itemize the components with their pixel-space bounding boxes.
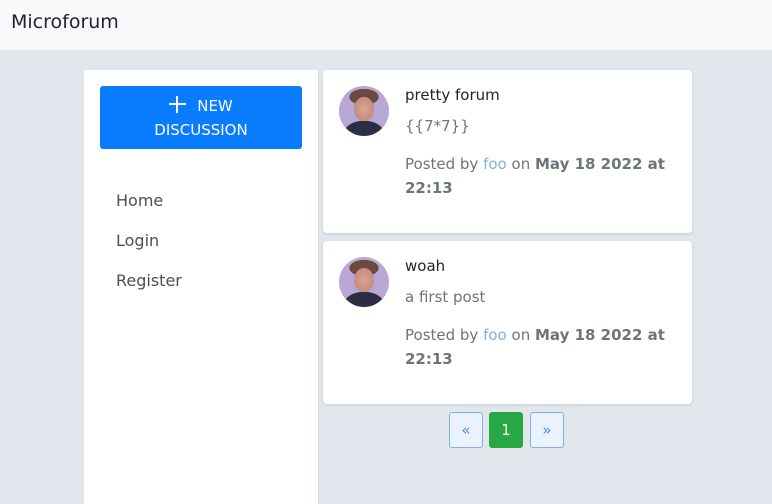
author-link[interactable]: foo	[483, 155, 507, 173]
discussion-meta: Posted by foo on May 18 2022 at 22:13	[405, 323, 680, 371]
plus-icon	[169, 96, 187, 113]
sidebar-link-home[interactable]: Home	[116, 191, 163, 210]
discussion-title[interactable]: woah	[405, 257, 445, 275]
pagination-prev-button[interactable]: «	[449, 412, 483, 448]
discussion-meta: Posted by foo on May 18 2022 at 22:13	[405, 152, 680, 200]
navbar: Microforum	[0, 0, 772, 50]
avatar	[339, 257, 389, 307]
new-discussion-button[interactable]: NEW DISCUSSION	[100, 86, 302, 149]
discussion-card[interactable]: woah a first post Posted by foo on May 1…	[323, 241, 692, 404]
discussion-body: a first post	[405, 288, 486, 306]
avatar	[339, 86, 389, 136]
discussion-body: {{7*7}}	[405, 117, 470, 135]
pagination-page-1[interactable]: 1	[489, 412, 523, 448]
meta-on: on	[511, 155, 531, 173]
sidebar-link-register[interactable]: Register	[116, 271, 182, 290]
brand-link[interactable]: Microforum	[11, 11, 119, 33]
new-discussion-label-line1: NEW	[197, 97, 233, 115]
pagination-next-button[interactable]: »	[530, 412, 564, 448]
sidebar: NEW DISCUSSION Home Login Register	[84, 70, 319, 504]
meta-prefix: Posted by	[405, 326, 479, 344]
meta-prefix: Posted by	[405, 155, 479, 173]
meta-on: on	[511, 326, 531, 344]
discussion-title[interactable]: pretty forum	[405, 86, 500, 104]
author-link[interactable]: foo	[483, 326, 507, 344]
new-discussion-label-line2: DISCUSSION	[154, 121, 248, 139]
sidebar-link-login[interactable]: Login	[116, 231, 159, 250]
discussion-card[interactable]: pretty forum {{7*7}} Posted by foo on Ma…	[323, 70, 692, 233]
